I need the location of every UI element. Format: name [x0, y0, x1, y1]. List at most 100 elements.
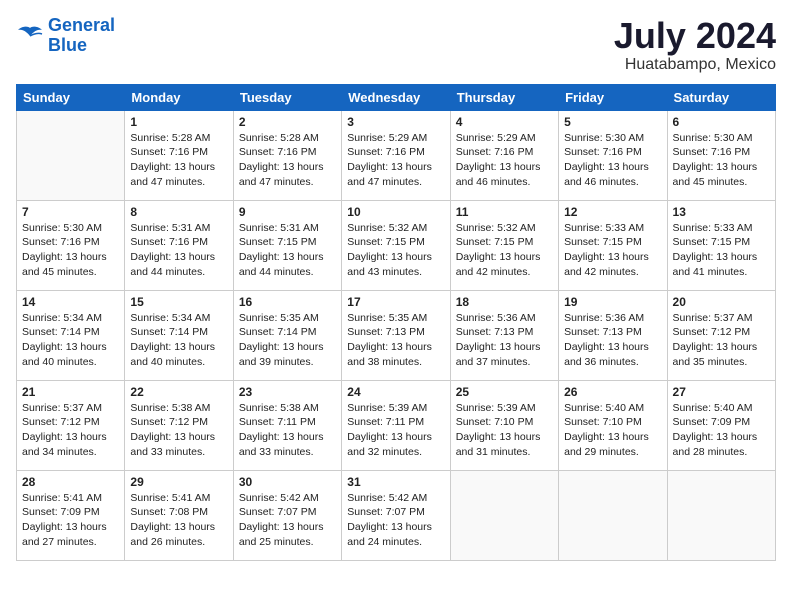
day-info: Sunrise: 5:29 AM Sunset: 7:16 PM Dayligh… — [456, 131, 553, 190]
calendar-cell: 1 Sunrise: 5:28 AM Sunset: 7:16 PM Daylig… — [125, 110, 233, 200]
calendar-cell: 7Sunrise: 5:30 AM Sunset: 7:16 PM Daylig… — [17, 200, 125, 290]
day-info: Sunrise: 5:37 AM Sunset: 7:12 PM Dayligh… — [673, 311, 770, 370]
day-info: Sunrise: 5:34 AM Sunset: 7:14 PM Dayligh… — [130, 311, 227, 370]
calendar-cell: 3Sunrise: 5:29 AM Sunset: 7:16 PM Daylig… — [342, 110, 450, 200]
day-info: Sunrise: 5:35 AM Sunset: 7:13 PM Dayligh… — [347, 311, 444, 370]
calendar-header: SundayMondayTuesdayWednesdayThursdayFrid… — [17, 84, 776, 110]
day-info: Sunrise: 5:36 AM Sunset: 7:13 PM Dayligh… — [456, 311, 553, 370]
logo-text: General Blue — [48, 16, 115, 56]
calendar-cell: 15 Sunrise: 5:34 AM Sunset: 7:14 PM Dayli… — [125, 290, 233, 380]
weekday-header: Monday — [125, 84, 233, 110]
calendar-cell: 9 Sunrise: 5:31 AM Sunset: 7:15 PM Daylig… — [233, 200, 341, 290]
weekday-header: Sunday — [17, 84, 125, 110]
day-info: Sunrise: 5:33 AM Sunset: 7:15 PM Dayligh… — [564, 221, 661, 280]
day-info: Sunrise: 5:39 AM Sunset: 7:11 PM Dayligh… — [347, 401, 444, 460]
day-number: 15 — [130, 295, 227, 309]
day-info: Sunrise: 5:30 AM Sunset: 7:16 PM Dayligh… — [22, 221, 119, 280]
weekday-header: Thursday — [450, 84, 558, 110]
calendar-cell — [667, 470, 775, 560]
day-number: 27 — [673, 385, 770, 399]
calendar-cell: 22 Sunrise: 5:38 AM Sunset: 7:12 PM Dayli… — [125, 380, 233, 470]
day-info: Sunrise: 5:40 AM Sunset: 7:09 PM Dayligh… — [673, 401, 770, 460]
day-info: Sunrise: 5:31 AM Sunset: 7:16 PM Dayligh… — [130, 221, 227, 280]
calendar-cell: 2 Sunrise: 5:28 AM Sunset: 7:16 PM Daylig… — [233, 110, 341, 200]
calendar-week: 7Sunrise: 5:30 AM Sunset: 7:16 PM Daylig… — [17, 200, 776, 290]
day-number: 30 — [239, 475, 336, 489]
weekday-header: Wednesday — [342, 84, 450, 110]
day-number: 21 — [22, 385, 119, 399]
calendar-cell: 23 Sunrise: 5:38 AM Sunset: 7:11 PM Dayli… — [233, 380, 341, 470]
page-header: General Blue July 2024 Huatabampo, Mexic… — [16, 16, 776, 74]
day-number: 29 — [130, 475, 227, 489]
weekday-header: Saturday — [667, 84, 775, 110]
calendar-cell: 21 Sunrise: 5:37 AM Sunset: 7:12 PM Dayli… — [17, 380, 125, 470]
calendar-cell: 18 Sunrise: 5:36 AM Sunset: 7:13 PM Dayli… — [450, 290, 558, 380]
day-info: Sunrise: 5:42 AM Sunset: 7:07 PM Dayligh… — [347, 491, 444, 550]
calendar-cell: 5 Sunrise: 5:30 AM Sunset: 7:16 PM Daylig… — [559, 110, 667, 200]
day-number: 6 — [673, 115, 770, 129]
day-number: 20 — [673, 295, 770, 309]
day-info: Sunrise: 5:30 AM Sunset: 7:16 PM Dayligh… — [564, 131, 661, 190]
day-info: Sunrise: 5:40 AM Sunset: 7:10 PM Dayligh… — [564, 401, 661, 460]
calendar-cell: 6Sunrise: 5:30 AM Sunset: 7:16 PM Daylig… — [667, 110, 775, 200]
day-number: 10 — [347, 205, 444, 219]
calendar-cell: 25Sunrise: 5:39 AM Sunset: 7:10 PM Dayli… — [450, 380, 558, 470]
day-info: Sunrise: 5:38 AM Sunset: 7:12 PM Dayligh… — [130, 401, 227, 460]
day-number: 28 — [22, 475, 119, 489]
day-info: Sunrise: 5:38 AM Sunset: 7:11 PM Dayligh… — [239, 401, 336, 460]
calendar-cell — [559, 470, 667, 560]
calendar-cell: 16 Sunrise: 5:35 AM Sunset: 7:14 PM Dayli… — [233, 290, 341, 380]
calendar-cell: 11Sunrise: 5:32 AM Sunset: 7:15 PM Dayli… — [450, 200, 558, 290]
calendar-cell: 14Sunrise: 5:34 AM Sunset: 7:14 PM Dayli… — [17, 290, 125, 380]
day-number: 1 — [130, 115, 227, 129]
day-number: 8 — [130, 205, 227, 219]
calendar-cell: 19Sunrise: 5:36 AM Sunset: 7:13 PM Dayli… — [559, 290, 667, 380]
day-number: 22 — [130, 385, 227, 399]
day-info: Sunrise: 5:41 AM Sunset: 7:09 PM Dayligh… — [22, 491, 119, 550]
day-number: 17 — [347, 295, 444, 309]
day-info: Sunrise: 5:32 AM Sunset: 7:15 PM Dayligh… — [347, 221, 444, 280]
logo-icon — [16, 24, 44, 48]
calendar-cell: 24 Sunrise: 5:39 AM Sunset: 7:11 PM Dayli… — [342, 380, 450, 470]
day-number: 26 — [564, 385, 661, 399]
logo: General Blue — [16, 16, 115, 56]
calendar-week: 1 Sunrise: 5:28 AM Sunset: 7:16 PM Daylig… — [17, 110, 776, 200]
calendar-cell: 30Sunrise: 5:42 AM Sunset: 7:07 PM Dayli… — [233, 470, 341, 560]
day-info: Sunrise: 5:41 AM Sunset: 7:08 PM Dayligh… — [130, 491, 227, 550]
calendar-cell: 29 Sunrise: 5:41 AM Sunset: 7:08 PM Dayli… — [125, 470, 233, 560]
day-number: 12 — [564, 205, 661, 219]
day-number: 5 — [564, 115, 661, 129]
day-info: Sunrise: 5:35 AM Sunset: 7:14 PM Dayligh… — [239, 311, 336, 370]
weekday-header: Tuesday — [233, 84, 341, 110]
day-info: Sunrise: 5:31 AM Sunset: 7:15 PM Dayligh… — [239, 221, 336, 280]
day-info: Sunrise: 5:37 AM Sunset: 7:12 PM Dayligh… — [22, 401, 119, 460]
calendar-cell — [17, 110, 125, 200]
calendar-cell: 13Sunrise: 5:33 AM Sunset: 7:15 PM Dayli… — [667, 200, 775, 290]
day-number: 11 — [456, 205, 553, 219]
day-number: 16 — [239, 295, 336, 309]
day-info: Sunrise: 5:28 AM Sunset: 7:16 PM Dayligh… — [239, 131, 336, 190]
day-number: 14 — [22, 295, 119, 309]
day-info: Sunrise: 5:29 AM Sunset: 7:16 PM Dayligh… — [347, 131, 444, 190]
calendar-week: 14 Sunrise: 5:34 AM Sunset: 7:14 PM Dayli… — [17, 290, 776, 380]
calendar-cell: 4 Sunrise: 5:29 AM Sunset: 7:16 PM Daylig… — [450, 110, 558, 200]
day-number: 23 — [239, 385, 336, 399]
day-number: 19 — [564, 295, 661, 309]
day-info: Sunrise: 5:28 AM Sunset: 7:16 PM Dayligh… — [130, 131, 227, 190]
calendar-cell: 17 Sunrise: 5:35 AM Sunset: 7:13 PM Dayli… — [342, 290, 450, 380]
calendar-cell: 12 Sunrise: 5:33 AM Sunset: 7:15 PM Dayli… — [559, 200, 667, 290]
day-number: 9 — [239, 205, 336, 219]
month-title: July 2024 — [614, 16, 776, 56]
calendar-week: 21 Sunrise: 5:37 AM Sunset: 7:12 PM Dayli… — [17, 380, 776, 470]
calendar-cell: 10 Sunrise: 5:32 AM Sunset: 7:15 PM Dayli… — [342, 200, 450, 290]
title-block: July 2024 Huatabampo, Mexico — [614, 16, 776, 74]
calendar-cell: 27 Sunrise: 5:40 AM Sunset: 7:09 PM Dayli… — [667, 380, 775, 470]
day-number: 2 — [239, 115, 336, 129]
day-number: 4 — [456, 115, 553, 129]
calendar-cell — [450, 470, 558, 560]
calendar-week: 28 Sunrise: 5:41 AM Sunset: 7:09 PM Dayli… — [17, 470, 776, 560]
day-number: 18 — [456, 295, 553, 309]
day-number: 13 — [673, 205, 770, 219]
day-number: 24 — [347, 385, 444, 399]
weekday-header: Friday — [559, 84, 667, 110]
